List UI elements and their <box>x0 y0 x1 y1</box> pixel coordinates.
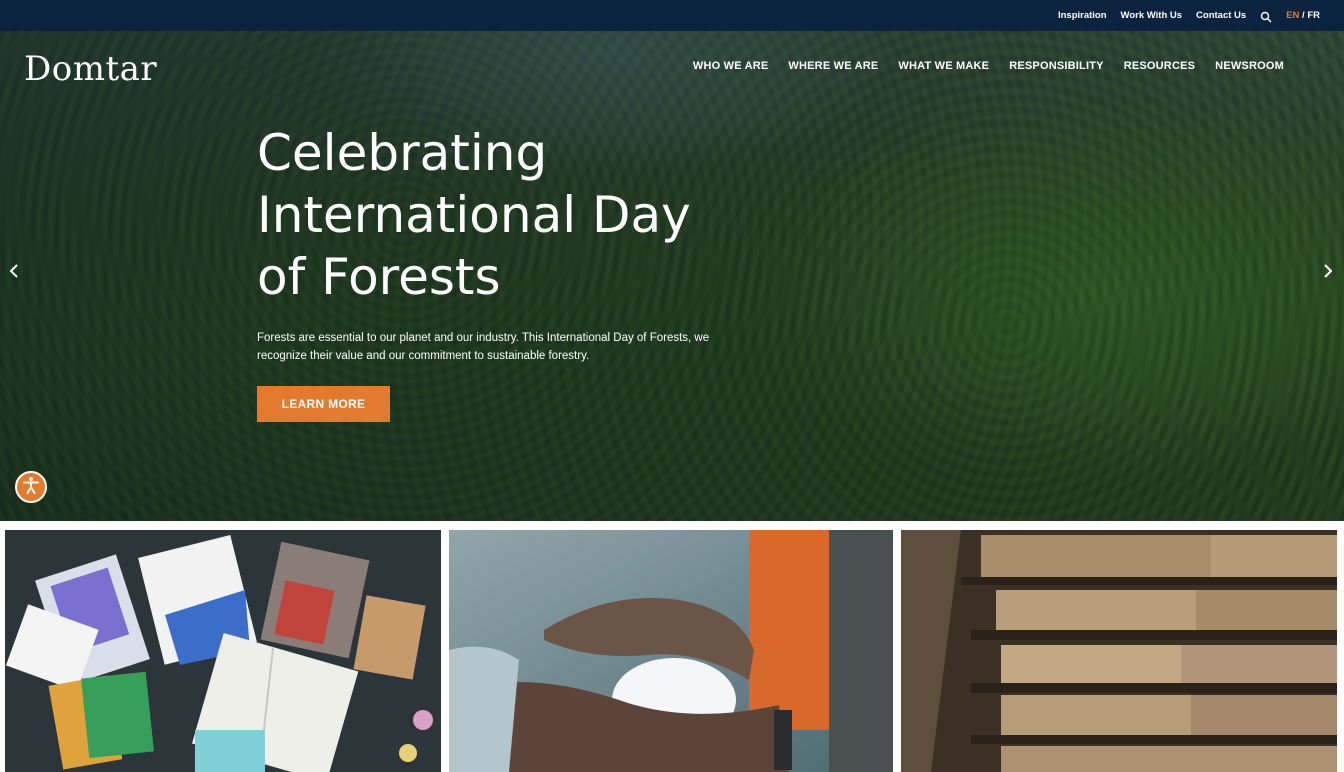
card-lumber[interactable] <box>901 530 1337 772</box>
main-nav: WHO WE ARE WHERE WE ARE WHAT WE MAKE RES… <box>693 60 1284 72</box>
hero-banner: Domtar WHO WE ARE WHERE WE ARE WHAT WE M… <box>0 31 1344 521</box>
lang-fr-link[interactable]: FR <box>1307 10 1320 21</box>
nav-where-we-are[interactable]: WHERE WE ARE <box>788 60 878 72</box>
hands-holding-pulp-image <box>449 530 893 772</box>
nav-responsibility[interactable]: RESPONSIBILITY <box>1009 60 1103 72</box>
chevron-right-icon[interactable] <box>1318 259 1338 283</box>
utility-link-inspiration[interactable]: Inspiration <box>1058 10 1107 21</box>
accessibility-button[interactable] <box>15 471 47 503</box>
utility-bar: Inspiration Work With Us Contact Us EN /… <box>0 0 1344 31</box>
hero-title-line-3: of Forests <box>257 248 501 306</box>
learn-more-button[interactable]: LEARN MORE <box>257 386 390 422</box>
nav-newsroom[interactable]: NEWSROOM <box>1215 60 1284 72</box>
utility-link-contact-us[interactable]: Contact Us <box>1196 10 1246 21</box>
nav-what-we-make[interactable]: WHAT WE MAKE <box>898 60 989 72</box>
hero-description-line-2: recognize their value and our commitment… <box>257 350 590 362</box>
utility-link-work-with-us[interactable]: Work With Us <box>1121 10 1183 21</box>
nav-resources[interactable]: RESOURCES <box>1124 60 1195 72</box>
hero-title-line-1: Celebrating <box>257 124 548 182</box>
nav-who-we-are[interactable]: WHO WE ARE <box>693 60 769 72</box>
accessibility-icon <box>21 475 41 500</box>
hero-description-line-1: Forests are essential to our planet and … <box>257 332 710 344</box>
chevron-left-icon[interactable] <box>4 259 24 283</box>
domtar-logo[interactable]: Domtar <box>24 49 157 89</box>
lang-en-link[interactable]: EN <box>1286 10 1299 21</box>
search-icon[interactable] <box>1260 10 1272 22</box>
stacked-lumber-image <box>901 530 1337 772</box>
hero-title: Celebrating International Day of Forests <box>257 122 777 308</box>
paper-products-image <box>5 530 441 772</box>
feature-cards <box>0 521 1344 772</box>
language-switcher: EN / FR <box>1286 10 1320 21</box>
card-paper-products[interactable] <box>5 530 441 772</box>
hero-description: Forests are essential to our planet and … <box>257 329 737 365</box>
hero-title-line-2: International Day <box>257 186 691 244</box>
card-fluff-pulp[interactable] <box>449 530 893 772</box>
